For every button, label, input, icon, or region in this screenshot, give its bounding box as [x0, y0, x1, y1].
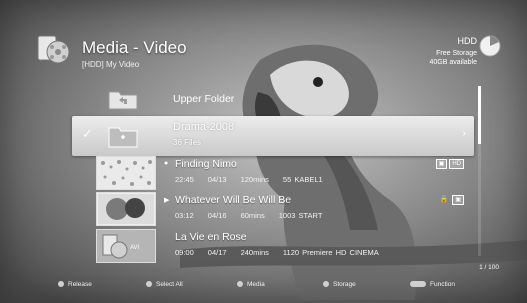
green-key-icon — [146, 281, 152, 288]
media-video-screen: Media - Video [HDD] My Video HDD Free St… — [0, 0, 527, 303]
folder-name: Drama-2008 — [173, 121, 235, 133]
folder-up-icon — [108, 91, 138, 110]
release-label: Release — [68, 281, 92, 288]
chevron-right-icon: › — [462, 128, 466, 139]
recording-badges: 🔒 ▣ — [436, 195, 464, 205]
upper-folder-label: Upper Folder — [173, 93, 235, 105]
recording-item[interactable]: ● Finding Nimo 22:45 04/13 120mins 55 KABEL… — [72, 156, 474, 190]
free-storage-value: 40GB available — [429, 59, 477, 66]
select-all-button[interactable]: Select All — [146, 281, 183, 288]
free-storage-label: Free Storage — [436, 50, 477, 57]
yellow-key-icon — [237, 281, 243, 288]
recording-channel: 1120 Premiere HD CINEMA — [282, 248, 379, 257]
folder-icon — [108, 127, 138, 148]
lock-icon: 🔒 — [439, 196, 449, 203]
red-key-icon — [58, 281, 64, 288]
storage-pie-icon — [479, 35, 501, 57]
page-indicator: 1 / 100 — [479, 264, 499, 271]
storage-label: Storage — [333, 281, 356, 288]
scrollbar-thumb[interactable] — [478, 86, 481, 144]
recording-date: 04/16 — [207, 211, 227, 220]
thumbnail-format-label: AVI — [130, 245, 140, 251]
upper-folder-item[interactable]: Upper Folder — [72, 88, 474, 110]
recording-duration: 120mins — [240, 175, 269, 184]
recording-item[interactable]: ▶ Whatever Will Be Will Be 03:12 04/16 60m… — [72, 192, 474, 226]
release-button[interactable]: Release — [58, 281, 92, 288]
folder-item-selected[interactable]: ✓ Drama-2008 36 Files › — [72, 116, 474, 156]
recording-title: La Vie en Rose — [175, 231, 247, 243]
function-bar: Release Select All Media Storage Functio… — [0, 276, 527, 290]
blue-key-icon — [323, 281, 329, 288]
media-video-icon — [37, 35, 70, 64]
recording-badges: ▣ HD — [434, 159, 464, 169]
status-dot-icon: ● — [164, 160, 169, 167]
media-button[interactable]: Media — [237, 281, 265, 288]
hdd-label: HDD — [457, 36, 478, 46]
select-all-label: Select All — [156, 281, 183, 288]
recording-channel: 55 KABEL1 — [282, 175, 323, 184]
play-icon: ▶ — [164, 197, 170, 204]
page-title: Media - Video — [82, 38, 187, 57]
recording-item[interactable]: AVI La Vie en Rose 09:00 04/17 240mins 1120… — [72, 229, 474, 263]
breadcrumb: [HDD] My Video — [82, 60, 140, 69]
recording-time: 22:45 — [175, 175, 194, 184]
recording-date: 04/17 — [207, 248, 227, 257]
recording-time: 03:12 — [175, 211, 194, 220]
recording-title: Whatever Will Be Will Be — [175, 194, 292, 206]
record-badge-icon: ▣ — [452, 195, 464, 205]
recording-date: 04/13 — [207, 175, 227, 184]
recording-title: Finding Nimo — [175, 158, 237, 170]
media-label: Media — [247, 281, 265, 288]
function-button[interactable]: Function — [410, 281, 455, 288]
recording-duration: 60mins — [240, 211, 265, 220]
record-badge-icon: ▣ — [435, 159, 448, 169]
storage-button[interactable]: Storage — [323, 281, 356, 288]
recording-thumbnail — [96, 229, 156, 263]
recording-meta: 09:00 04/17 240mins 1120 Premiere HD CINEMA — [175, 248, 393, 257]
check-icon: ✓ — [82, 126, 93, 141]
folder-file-count: 36 Files — [173, 138, 202, 147]
scrollbar[interactable] — [478, 86, 481, 256]
recording-meta: 03:12 04/16 60mins 1003 START — [175, 211, 336, 220]
function-label: Function — [430, 281, 455, 288]
recording-duration: 240mins — [240, 248, 269, 257]
recording-thumbnail — [96, 156, 156, 190]
recording-channel: 1003 START — [278, 211, 323, 220]
free-storage-info: Free Storage 40GB available — [430, 49, 477, 67]
recording-meta: 22:45 04/13 120mins 55 KABEL1 — [175, 175, 337, 184]
function-key-icon — [410, 281, 426, 288]
recording-time: 09:00 — [175, 248, 194, 257]
hd-badge: HD — [449, 159, 464, 169]
recording-thumbnail — [96, 192, 156, 226]
